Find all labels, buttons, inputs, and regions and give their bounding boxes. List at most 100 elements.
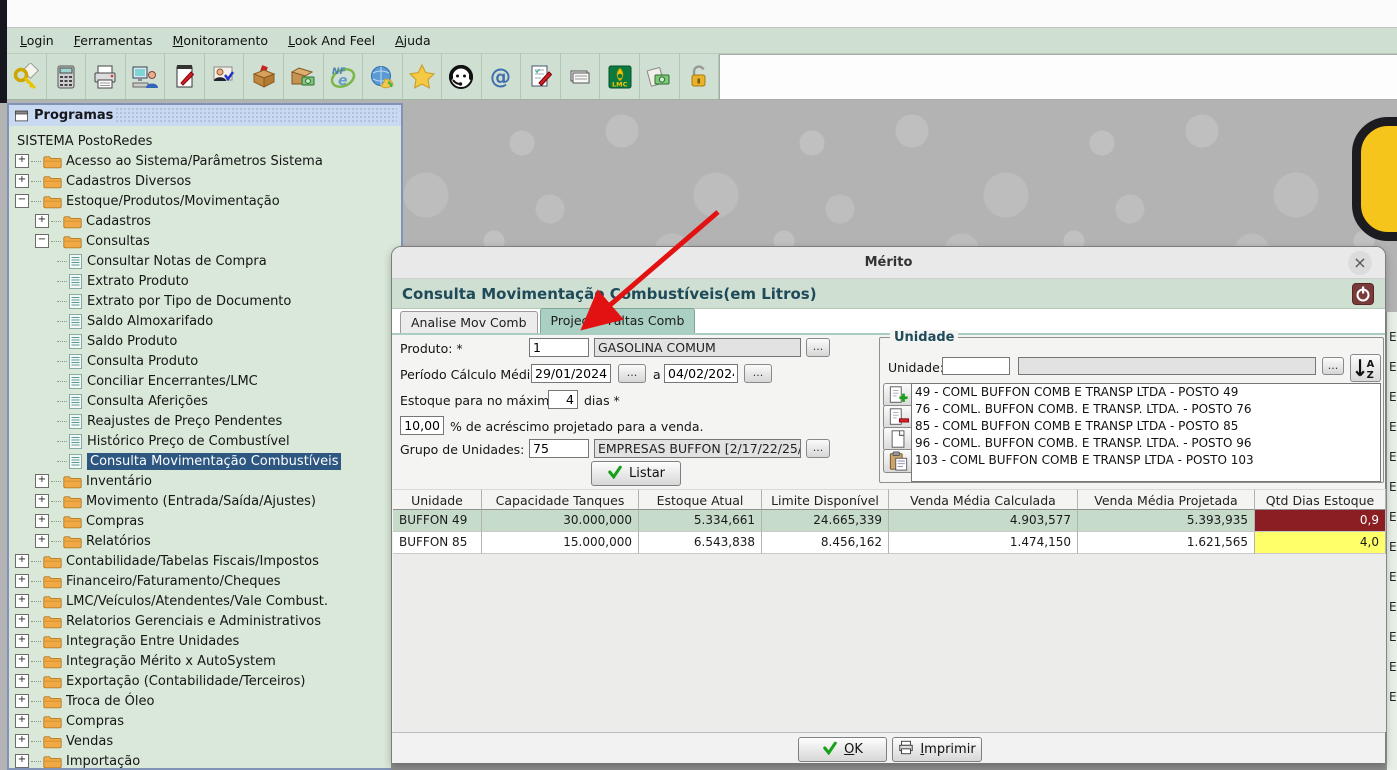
periodo-ate-input[interactable] [664,364,738,383]
produto-code-input[interactable] [529,338,589,357]
card-money-icon[interactable] [645,63,673,91]
tree-item-compras[interactable]: +Compras [9,711,401,731]
dialog-titlebar[interactable]: Mérito × [392,247,1385,279]
power-icon[interactable] [1352,283,1374,305]
expand-plus-icon[interactable]: + [15,614,29,628]
tree-item-troca-de-leo[interactable]: +Troca de Óleo [9,691,401,711]
tree-item-consulta-movimenta-o-combust-veis[interactable]: Consulta Movimentação Combustíveis [9,451,401,471]
column-header-venda-m-dia-calculada[interactable]: Venda Média Calculada [889,489,1078,510]
expand-plus-icon[interactable]: + [35,214,49,228]
tree-item-integra-o-entre-unidades[interactable]: +Integração Entre Unidades [9,631,401,651]
menu-ferramentas[interactable]: Ferramentas [74,33,153,48]
box-money-icon[interactable] [289,63,317,91]
add-unit-icon[interactable] [883,383,914,407]
expand-plus-icon[interactable]: + [15,714,29,728]
expand-plus-icon[interactable]: + [15,754,29,768]
tree-item-conciliar-encerrantes-lmc[interactable]: Conciliar Encerrantes/LMC [9,371,401,391]
tree-item-extrato-por-tipo-de-documento[interactable]: Extrato por Tipo de Documento [9,291,401,311]
tree-item-saldo-produto[interactable]: Saldo Produto [9,331,401,351]
clear-list-icon[interactable] [883,427,914,451]
unidade-list-item[interactable]: 96 - COML. BUFFON COMB. E TRANSP. LTDA. … [912,435,1380,452]
unidade-list-item[interactable]: 49 - COML BUFFON COMB E TRANSP LTDA - PO… [912,384,1380,401]
tree-item-acesso-ao-sistema-par-metros-sistema[interactable]: +Acesso ao Sistema/Parâmetros Sistema [9,151,401,171]
unidade-lookup-button[interactable]: ... [1322,357,1344,375]
column-header-capacidade-tanques[interactable]: Capacidade Tanques [482,489,639,510]
tree-item-cadastros[interactable]: +Cadastros [9,211,401,231]
tree-item-exporta-o-contabilidade-terceiros[interactable]: +Exportação (Contabilidade/Terceiros) [9,671,401,691]
column-header-estoque-atual[interactable]: Estoque Atual [639,489,762,510]
login-key-icon[interactable] [12,63,40,91]
expand-plus-icon[interactable]: + [15,594,29,608]
close-icon[interactable]: × [1348,251,1372,275]
produto-lookup-button[interactable]: ... [806,338,830,357]
support-headset-icon[interactable] [447,63,475,91]
remove-unit-icon[interactable] [883,405,914,429]
tree-item-cadastros-diversos[interactable]: +Cadastros Diversos [9,171,401,191]
table-row-buffon-49[interactable]: BUFFON 4930.000,0005.334,66124.665,3394.… [393,510,1386,532]
tree-item-consultas[interactable]: −Consultas [9,231,401,251]
at-email-icon[interactable]: @ [487,63,515,91]
tree-item-relatorios-gerenciais-e-administrativos[interactable]: +Relatorios Gerenciais e Administrativos [9,611,401,631]
expand-plus-icon[interactable]: + [15,554,29,568]
expand-plus-icon[interactable]: + [15,734,29,748]
tree-item-integra-o-m-rito-x-autosystem[interactable]: +Integração Mérito x AutoSystem [9,651,401,671]
menu-look-and-feel[interactable]: Look And Feel [288,33,375,48]
column-header-unidade[interactable]: Unidade [393,489,482,510]
expand-plus-icon[interactable]: + [15,154,29,168]
expand-plus-icon[interactable]: + [35,514,49,528]
tree-item-relat-rios[interactable]: +Relatórios [9,531,401,551]
tree-item-financeiro-faturamento-cheques[interactable]: +Financeiro/Faturamento/Cheques [9,571,401,591]
tab-analise-mov-comb[interactable]: Analise Mov Comb [400,311,538,333]
expand-plus-icon[interactable]: + [35,534,49,548]
table-row-buffon-85[interactable]: BUFFON 8515.000,0006.543,8388.456,1621.4… [393,532,1386,554]
tree-item-compras[interactable]: +Compras [9,511,401,531]
paste-list-icon[interactable] [883,449,914,473]
workstation-icon[interactable] [131,63,159,91]
expand-plus-icon[interactable]: + [35,474,49,488]
unlock-icon[interactable] [685,63,713,91]
cards-icon[interactable] [566,63,594,91]
unidade-list-item[interactable]: 76 - COML. BUFFON COMB. E TRANSP. LTDA. … [912,401,1380,418]
expand-plus-icon[interactable]: + [15,694,29,708]
calculator-icon[interactable] [52,63,80,91]
menu-login[interactable]: Login [20,33,54,48]
tree-item-invent-rio[interactable]: +Inventário [9,471,401,491]
expand-plus-icon[interactable]: + [15,674,29,688]
estoque-dias-input[interactable] [548,390,578,409]
presenter-check-icon[interactable] [210,63,238,91]
tree-item-saldo-almoxarifado[interactable]: Saldo Almoxarifado [9,311,401,331]
nfe-icon[interactable]: NFe [329,63,357,91]
expand-plus-icon[interactable]: + [35,494,49,508]
column-header-qtd-dias-estoque[interactable]: Qtd Dias Estoque [1255,489,1386,510]
notepad-icon[interactable] [171,63,199,91]
grupo-code-input[interactable] [529,439,589,458]
periodo-ate-calendar-button[interactable]: ... [744,364,772,383]
tree-item-reajustes-de-pre-o-pendentes[interactable]: Reajustes de Preço Pendentes [9,411,401,431]
programas-panel-header[interactable]: Programas [9,105,401,126]
globe-icon[interactable] [368,63,396,91]
periodo-de-input[interactable] [531,364,611,383]
checklist-icon[interactable] [527,63,555,91]
tree-item-estoque-produtos-movimenta-o[interactable]: −Estoque/Produtos/Movimentação [9,191,401,211]
expand-plus-icon[interactable]: + [15,574,29,588]
expand-plus-icon[interactable]: + [15,654,29,668]
column-header-limite-dispon-vel[interactable]: Limite Disponível [762,489,889,510]
acrescimo-input[interactable] [400,416,444,435]
open-box-icon[interactable] [250,63,278,91]
collapse-minus-icon[interactable]: − [35,234,49,248]
listar-button[interactable]: Listar [591,461,681,486]
ok-button[interactable]: OK [798,737,887,762]
menu-ajuda[interactable]: Ajuda [395,33,431,48]
tree-item-contabilidade-tabelas-fiscais-impostos[interactable]: +Contabilidade/Tabelas Fiscais/Impostos [9,551,401,571]
tree-item-consulta-aferi-es[interactable]: Consulta Aferições [9,391,401,411]
sort-az-icon[interactable]: AZ [1350,354,1381,382]
tab-proje-o-faltas-comb[interactable]: Projeção Faltas Comb [540,308,696,333]
unidade-code-input[interactable] [942,357,1010,375]
unidade-list-item[interactable]: 85 - COML BUFFON COMB E TRANSP LTDA - PO… [912,418,1380,435]
tree-item-sistema-postoredes[interactable]: SISTEMA PostoRedes [9,131,401,151]
tree-item-extrato-produto[interactable]: Extrato Produto [9,271,401,291]
imprimir-button[interactable]: Imprimir [892,737,982,762]
expand-plus-icon[interactable]: + [15,634,29,648]
favorites-star-icon[interactable] [408,63,436,91]
tree-item-consulta-produto[interactable]: Consulta Produto [9,351,401,371]
